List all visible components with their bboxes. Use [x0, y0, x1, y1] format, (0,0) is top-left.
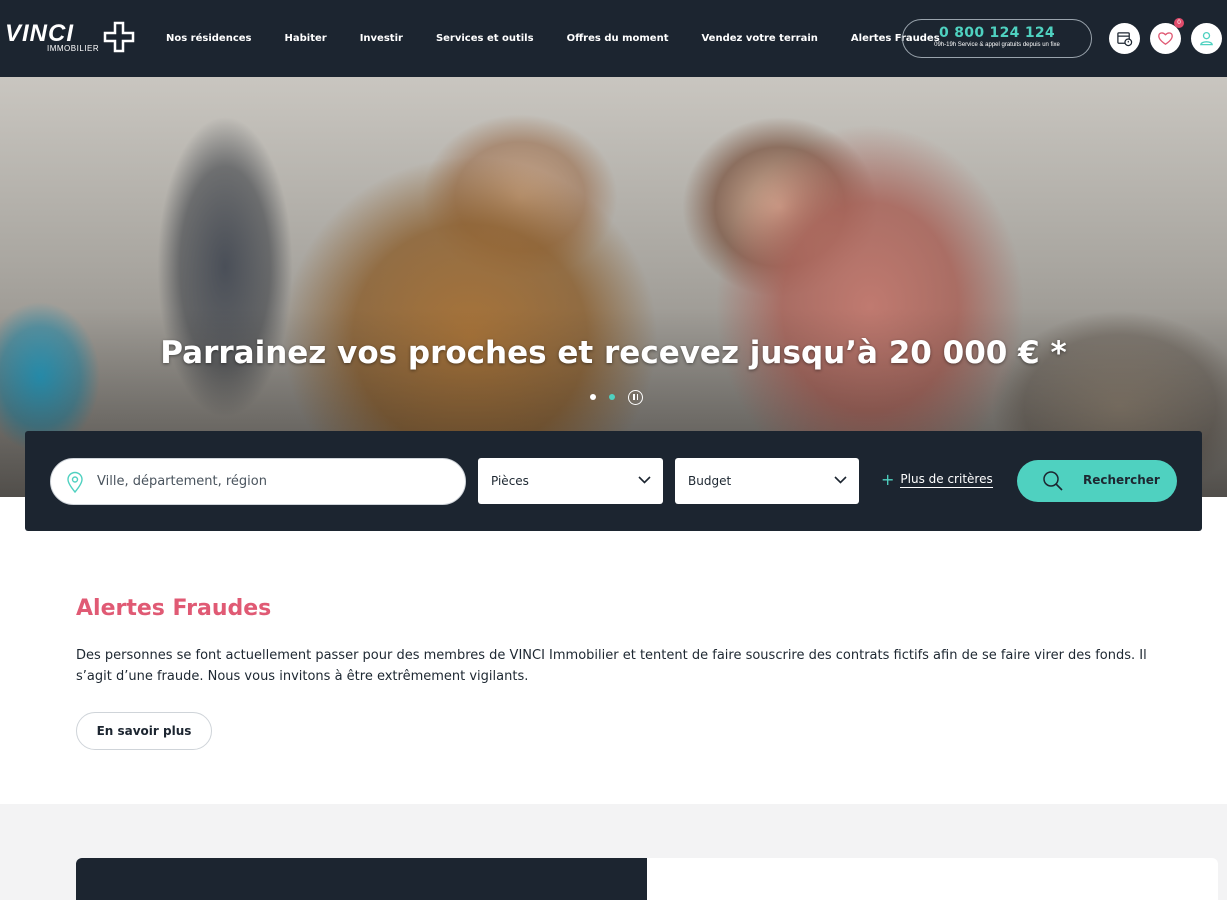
- location-field[interactable]: [50, 458, 466, 505]
- carousel-dot-2[interactable]: [609, 394, 615, 400]
- hero-title: Parrainez vos proches et recevez jusqu’à…: [160, 335, 1067, 371]
- nav-item-residences[interactable]: Nos résidences: [166, 33, 252, 44]
- pause-button[interactable]: [628, 389, 643, 405]
- carousel-dot-1[interactable]: [590, 394, 596, 400]
- favorites-button[interactable]: 0: [1150, 18, 1184, 54]
- phone-contact[interactable]: 0 800 124 124 09h-19h Service & appel gr…: [902, 19, 1092, 58]
- phone-number: 0 800 124 124: [939, 25, 1055, 41]
- search-icon: [1043, 471, 1063, 491]
- heart-icon: [1158, 32, 1173, 45]
- site-header: VINCI IMMOBILIER Nos résidences Habiter …: [0, 0, 1227, 77]
- search-button[interactable]: Rechercher: [1017, 460, 1177, 502]
- plus-icon: +: [881, 470, 895, 489]
- appointment-button[interactable]: [1109, 23, 1140, 54]
- chevron-down-icon: [638, 476, 651, 484]
- budget-select-label: Budget: [688, 474, 732, 488]
- promo-card-dark: [76, 858, 647, 900]
- location-input[interactable]: [97, 459, 447, 504]
- search-panel: Pièces Budget + Plus de critères Recherc…: [25, 431, 1202, 531]
- fraud-alert-title: Alertes Fraudes: [76, 596, 272, 621]
- budget-select[interactable]: Budget: [675, 458, 859, 504]
- nav-item-investir[interactable]: Investir: [360, 33, 403, 44]
- carousel-controls: [590, 389, 643, 405]
- vinci-logo[interactable]: VINCI IMMOBILIER: [5, 20, 135, 56]
- phone-hours: 09h-19h Service & appel gratuits depuis …: [934, 42, 1060, 48]
- account-button[interactable]: [1191, 23, 1222, 54]
- logo-subtitle: IMMOBILIER: [47, 44, 100, 53]
- location-pin-icon: [67, 471, 83, 493]
- favorites-count-badge: 0: [1174, 18, 1184, 28]
- appointment-icon: [1117, 32, 1133, 47]
- user-icon: [1200, 31, 1213, 46]
- fraud-alert-text: Des personnes se font actuellement passe…: [76, 648, 1147, 684]
- more-criteria-link[interactable]: + Plus de critères: [881, 472, 993, 488]
- nav-item-services[interactable]: Services et outils: [436, 33, 534, 44]
- search-button-label: Rechercher: [1083, 473, 1160, 487]
- more-criteria-label: Plus de critères: [900, 472, 993, 488]
- chevron-down-icon: [834, 476, 847, 484]
- nav-item-terrain[interactable]: Vendez votre terrain: [701, 33, 817, 44]
- rooms-select[interactable]: Pièces: [478, 458, 663, 504]
- nav-item-offres[interactable]: Offres du moment: [567, 33, 669, 44]
- promo-card-light: [647, 858, 1218, 900]
- learn-more-button[interactable]: En savoir plus: [76, 712, 212, 750]
- pause-icon-bar: [636, 394, 638, 400]
- rooms-select-label: Pièces: [491, 474, 529, 488]
- nav-item-habiter[interactable]: Habiter: [285, 33, 327, 44]
- main-nav: Nos résidences Habiter Investir Services…: [166, 0, 973, 77]
- logo-cross-icon: [103, 21, 135, 53]
- pause-icon-bar: [633, 394, 635, 400]
